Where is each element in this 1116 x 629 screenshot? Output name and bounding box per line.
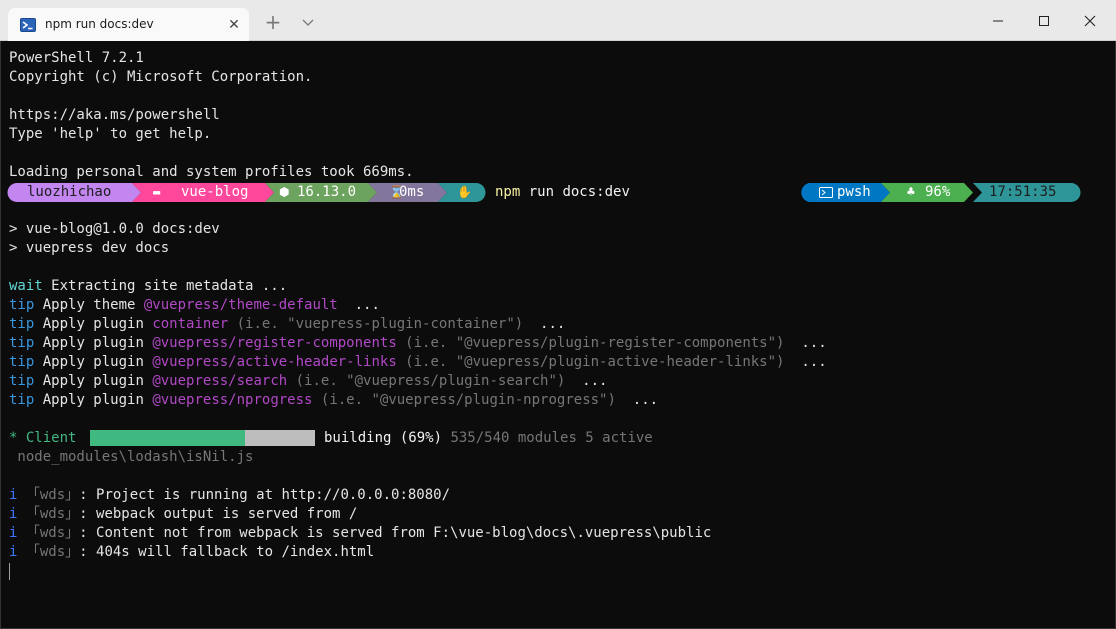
powershell-icon (20, 18, 36, 32)
build-modules: 535/540 modules 5 active (442, 430, 653, 446)
script-line: > vue-blog@1.0.0 docs:dev (9, 221, 220, 237)
tip-line: tip Apply plugin container (i.e. "vuepre… (9, 315, 565, 334)
prompt-time: 17:51:35 (989, 184, 1057, 200)
prompt-exec-time: 0ms (399, 184, 425, 200)
title-bar: npm run docs:dev ✕ + (0, 0, 1116, 41)
tab-close-icon[interactable]: ✕ (227, 18, 241, 32)
wds-text: : 404s will fallback to /index.html (79, 544, 375, 560)
tip-name: @vuepress/active-header-links (152, 354, 397, 370)
wait-text: Extracting site metadata ... (42, 278, 288, 294)
tip-name: @vuepress/search (152, 373, 288, 389)
text-cursor (9, 563, 10, 580)
plus-icon[interactable]: + (264, 12, 282, 32)
tip-tail: ... (523, 316, 566, 332)
wds-line: i 「wds」: 404s will fallback to /index.ht… (9, 543, 374, 562)
tab-title: npm run docs:dev (45, 17, 154, 31)
tip-tail: ... (337, 297, 380, 313)
wds-tag: 「wds」 (17, 487, 80, 503)
build-progress-bar (90, 430, 315, 446)
wds-line: i 「wds」: webpack output is served from / (9, 505, 357, 524)
tip-line: tip Apply theme @vuepress/theme-default … (9, 296, 380, 315)
tip-name: @vuepress/nprogress (152, 392, 313, 408)
minimize-button[interactable] (975, 0, 1021, 40)
wds-text: : Content not from webpack is served fro… (79, 525, 712, 541)
tip-name: container (152, 316, 229, 332)
wds-text: : webpack output is served from / (79, 506, 358, 522)
wait-tag: wait (9, 278, 43, 294)
tip-detail: (i.e. "@vuepress/plugin-nprogress") (312, 392, 616, 408)
tip-tag: tip (9, 335, 35, 351)
build-status-line: building (69%) 535/540 modules 5 active (324, 429, 653, 448)
tip-tail: ... (784, 354, 827, 370)
close-button[interactable] (1067, 0, 1113, 40)
tip-tail: ... (565, 373, 608, 389)
tip-action: Apply theme (34, 297, 144, 313)
tip-action: Apply plugin (34, 392, 153, 408)
tip-line: tip Apply plugin @vuepress/search (i.e. … (9, 372, 607, 391)
tip-action: Apply plugin (34, 373, 153, 389)
wds-text: : Project is running at http://0.0.0.0:8… (79, 487, 451, 503)
tip-action: Apply plugin (34, 316, 153, 332)
maximize-button[interactable] (1021, 0, 1067, 40)
build-label: * Client (9, 430, 77, 446)
prompt-folder: vue-blog (181, 184, 249, 200)
prompt-shell: pwsh (837, 184, 871, 200)
header-copyright: Copyright (c) Microsoft Corporation. (9, 69, 313, 85)
wait-line: wait Extracting site metadata ... (9, 277, 287, 296)
prompt-battery: 96% (925, 184, 951, 200)
tip-detail: (i.e. "vuepress-plugin-container") (228, 316, 524, 332)
wds-line: i 「wds」: Content not from webpack is ser… (9, 524, 711, 543)
terminal-output[interactable]: PowerShell 7.2.1 Copyright (c) Microsoft… (0, 41, 1116, 629)
build-progress-fill (90, 430, 246, 446)
chevron-down-icon[interactable] (299, 13, 317, 31)
nodejs-icon: ⬢ (279, 185, 290, 199)
tip-tail: ... (784, 335, 827, 351)
tip-tag: tip (9, 392, 35, 408)
prompt-node-version: 16.13.0 (297, 184, 357, 200)
tip-line: tip Apply plugin @vuepress/active-header… (9, 353, 827, 372)
command-name: npm (495, 184, 521, 200)
leaf-icon: ♣ (907, 185, 915, 200)
tip-tag: tip (9, 354, 35, 370)
build-current-file: node_modules\lodash\isNil.js (9, 449, 254, 465)
tip-name: @vuepress/theme-default (143, 297, 338, 313)
tab-npm-run-docs-dev[interactable]: npm run docs:dev ✕ (8, 8, 249, 41)
wds-line: i 「wds」: Project is running at http://0.… (9, 486, 450, 505)
header-help: Type 'help' to get help. (9, 126, 212, 142)
command-args: run docs:dev (520, 184, 630, 200)
terminal-icon (819, 187, 833, 198)
header-link[interactable]: https://aka.ms/powershell (9, 106, 220, 125)
tip-line: tip Apply plugin @vuepress/register-comp… (9, 334, 827, 353)
header-version: PowerShell 7.2.1 (9, 50, 144, 66)
tip-tail: ... (615, 392, 659, 408)
tip-name: @vuepress/register-components (152, 335, 397, 351)
folder-icon: ▬ (153, 185, 161, 199)
tip-action: Apply plugin (34, 354, 153, 370)
tip-detail: (i.e. "@vuepress/plugin-active-header-li… (396, 354, 785, 370)
tip-detail: (i.e. "@vuepress/plugin-register-compone… (396, 335, 785, 351)
tip-detail: (i.e. "@vuepress/plugin-search") (287, 373, 566, 389)
tip-action: Apply plugin (34, 335, 153, 351)
minimize-icon (993, 20, 1003, 22)
prompt-user: luozhichao (27, 184, 112, 200)
tip-tag: tip (9, 373, 35, 389)
script-line: > vuepress dev docs (9, 240, 170, 256)
prompt-command: npm run docs:dev (495, 183, 630, 202)
tip-line: tip Apply plugin @vuepress/nprogress (i.… (9, 391, 658, 410)
profile-load-time: Loading personal and system profiles too… (9, 164, 414, 180)
hand-icon: ✋ (457, 185, 472, 199)
tip-tag: tip (9, 297, 35, 313)
tip-tag: tip (9, 316, 35, 332)
maximize-icon (1039, 16, 1049, 26)
wds-tag: 「wds」 (17, 525, 80, 541)
wds-tag: 「wds」 (17, 544, 80, 560)
wds-tag: 「wds」 (17, 506, 80, 522)
build-status: building (69%) (324, 430, 443, 446)
close-icon (1084, 15, 1096, 27)
